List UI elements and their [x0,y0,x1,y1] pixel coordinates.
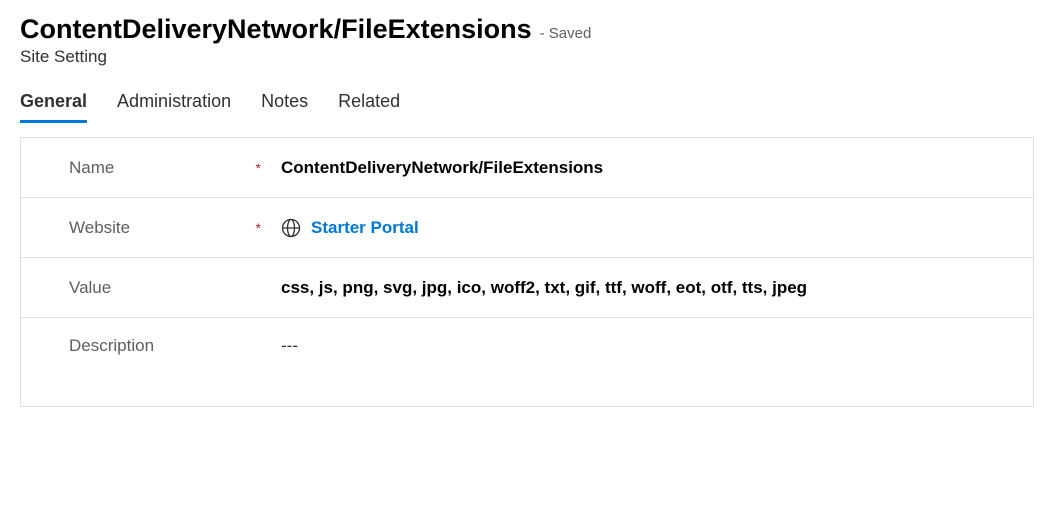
saved-status: - Saved [540,25,592,42]
required-marker: * [256,160,261,176]
page-title: ContentDeliveryNetwork/FileExtensions [20,14,532,45]
label-text-description: Description [69,336,154,356]
globe-icon [281,218,301,238]
tab-administration[interactable]: Administration [117,91,231,123]
field-label-value: Value [69,278,281,298]
tab-general[interactable]: General [20,91,87,123]
field-row-name: Name * ContentDeliveryNetwork/FileExtens… [21,138,1033,198]
website-link[interactable]: Starter Portal [311,218,419,238]
label-text-website: Website [69,218,130,238]
entity-subtitle: Site Setting [20,47,1034,67]
field-value-description[interactable]: --- [281,336,298,356]
title-row: ContentDeliveryNetwork/FileExtensions - … [20,14,1034,45]
label-text-value: Value [69,278,111,298]
field-row-value: Value css, js, png, svg, jpg, ico, woff2… [21,258,1033,318]
label-text-name: Name [69,158,114,178]
field-label-description: Description [69,336,281,356]
field-row-description: Description --- [21,318,1033,406]
page-header: ContentDeliveryNetwork/FileExtensions - … [20,14,1034,67]
field-label-website: Website * [69,218,281,238]
field-value-value[interactable]: css, js, png, svg, jpg, ico, woff2, txt,… [281,278,807,298]
form-container: Name * ContentDeliveryNetwork/FileExtens… [20,137,1034,407]
tab-bar: General Administration Notes Related [20,91,1034,123]
field-value-website[interactable]: Starter Portal [281,218,419,238]
field-row-website: Website * Starter Portal [21,198,1033,258]
tab-notes[interactable]: Notes [261,91,308,123]
tab-related[interactable]: Related [338,91,400,123]
required-marker: * [256,220,261,236]
field-label-name: Name * [69,158,281,178]
field-value-name[interactable]: ContentDeliveryNetwork/FileExtensions [281,158,603,178]
